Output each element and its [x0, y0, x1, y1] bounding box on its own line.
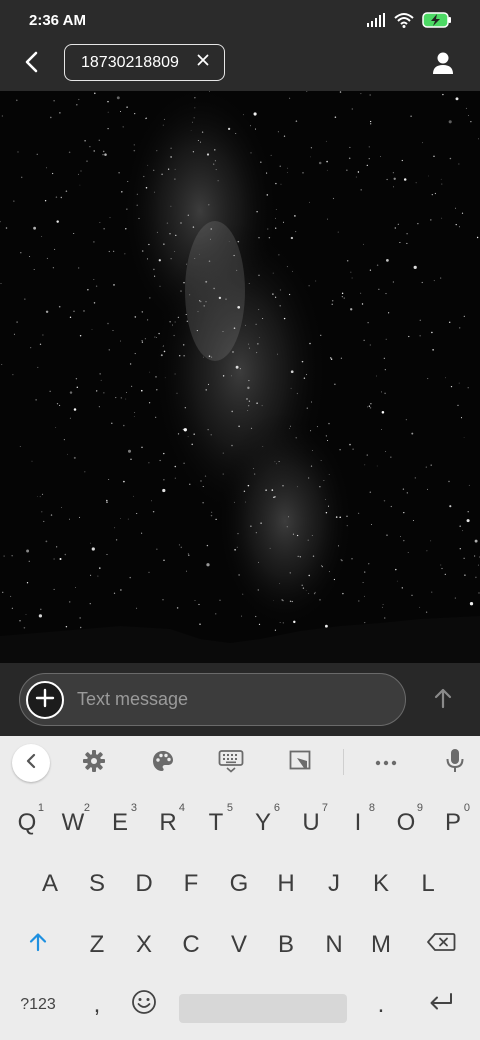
theme-button[interactable] [148, 748, 178, 778]
key-t[interactable]: T5 [193, 794, 239, 852]
backspace-key[interactable] [418, 916, 464, 974]
key-f[interactable]: F [168, 855, 214, 913]
voice-input-button[interactable] [440, 748, 470, 778]
emoji-icon [131, 989, 157, 1022]
key-e[interactable]: E3 [97, 794, 143, 852]
key-l[interactable]: L [405, 855, 451, 913]
remove-recipient-button[interactable] [194, 53, 212, 71]
mic-icon [445, 748, 465, 779]
status-time: 2:36 AM [29, 12, 86, 29]
keyboard-toolbar [0, 736, 480, 789]
shift-key[interactable] [15, 916, 61, 974]
battery-charging-icon [422, 12, 452, 33]
period-key[interactable]: . [358, 976, 404, 1034]
keyboard-icon [218, 749, 244, 778]
status-bar: 2:36 AM [0, 0, 480, 40]
resize-icon [288, 749, 312, 778]
key-row-3: Z X C V B N M [0, 916, 480, 976]
message-field [19, 673, 406, 726]
more-options-button[interactable] [371, 748, 401, 778]
key-s[interactable]: S [74, 855, 120, 913]
key-row-2: A S D F G H J K L [0, 855, 480, 915]
shift-arrow-icon [29, 931, 47, 959]
recipient-chip[interactable]: 18730218809 [64, 44, 225, 81]
key-w[interactable]: W2 [50, 794, 96, 852]
resize-button[interactable] [285, 748, 315, 778]
arrow-up-icon [433, 687, 453, 714]
send-button[interactable] [428, 685, 458, 715]
message-input[interactable] [77, 674, 397, 725]
compose-bar [0, 663, 480, 736]
key-d[interactable]: D [121, 855, 167, 913]
keyboard-collapse-button[interactable] [12, 744, 50, 782]
key-c[interactable]: C [168, 916, 214, 974]
gear-icon [82, 749, 106, 778]
settings-button[interactable] [79, 748, 109, 778]
key-p[interactable]: P0 [430, 794, 476, 852]
key-z[interactable]: Z [74, 916, 120, 974]
key-b[interactable]: B [263, 916, 309, 974]
key-y[interactable]: Y6 [240, 794, 286, 852]
key-j[interactable]: J [311, 855, 357, 913]
chevron-left-icon [24, 51, 40, 78]
back-button[interactable] [16, 48, 48, 80]
key-n[interactable]: N [311, 916, 357, 974]
status-icons [366, 12, 452, 33]
palette-icon [151, 749, 175, 778]
key-g[interactable]: G [216, 855, 262, 913]
symbols-key[interactable]: ?123 [15, 976, 61, 1034]
wifi-icon [394, 12, 414, 33]
plus-icon [35, 688, 55, 713]
key-row-4: ?123 , . [0, 976, 480, 1036]
key-o[interactable]: O9 [383, 794, 429, 852]
keyboard-mode-button[interactable] [216, 748, 246, 778]
contact-button[interactable] [430, 50, 456, 76]
key-m[interactable]: M [358, 916, 404, 974]
backspace-icon [426, 931, 456, 959]
attach-button[interactable] [26, 681, 64, 719]
spacebar[interactable] [179, 994, 347, 1023]
key-row-1: Q1 W2 E3 R4 T5 Y6 U7 I8 O9 P0 [0, 794, 480, 854]
more-icon [374, 754, 398, 772]
chevron-left-icon [25, 753, 37, 774]
key-i[interactable]: I8 [335, 794, 381, 852]
key-a[interactable]: A [27, 855, 73, 913]
emoji-key[interactable] [121, 976, 167, 1034]
key-u[interactable]: U7 [288, 794, 334, 852]
key-x[interactable]: X [121, 916, 167, 974]
key-q[interactable]: Q1 [4, 794, 50, 852]
enter-icon [428, 991, 454, 1019]
enter-key[interactable] [418, 976, 464, 1034]
toolbar-divider [343, 749, 344, 775]
close-icon [197, 53, 209, 71]
conversation-header: 18730218809 [0, 40, 480, 91]
comma-key[interactable]: , [74, 976, 120, 1034]
key-v[interactable]: V [216, 916, 262, 974]
recipient-number: 18730218809 [81, 53, 179, 71]
person-icon [430, 52, 456, 80]
key-h[interactable]: H [263, 855, 309, 913]
soft-keyboard: Q1 W2 E3 R4 T5 Y6 U7 I8 O9 P0 A S D F G … [0, 736, 480, 1040]
key-k[interactable]: K [358, 855, 404, 913]
signal-icon [366, 13, 386, 32]
chat-background-image [0, 91, 480, 663]
key-r[interactable]: R4 [145, 794, 191, 852]
